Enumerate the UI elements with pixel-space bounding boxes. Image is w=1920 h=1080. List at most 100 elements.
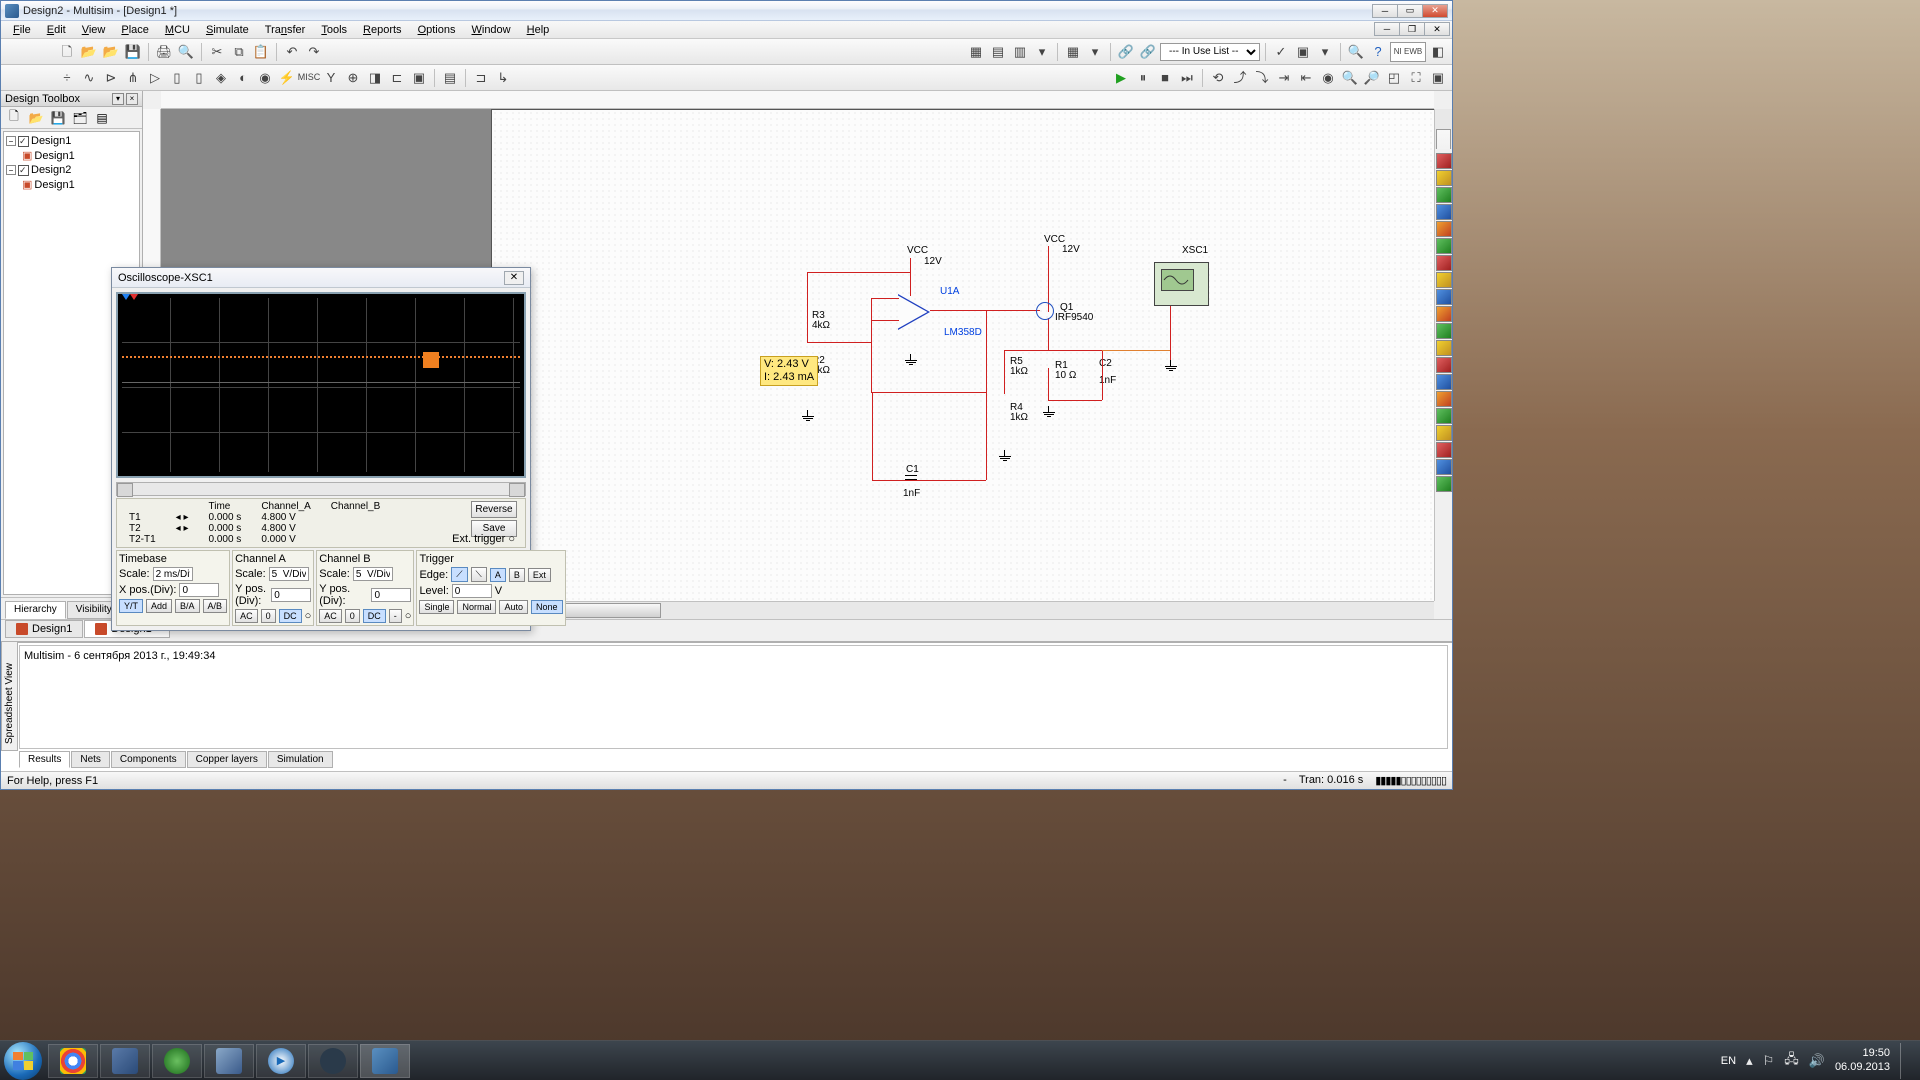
ctab-simulation[interactable]: Simulation: [268, 751, 333, 768]
pal-icon[interactable]: [1436, 255, 1452, 271]
view3-icon[interactable]: ▥: [1010, 42, 1030, 62]
menu-help[interactable]: Help: [519, 22, 558, 38]
mdi-close[interactable]: ✕: [1424, 22, 1450, 36]
menu-tools[interactable]: Tools: [313, 22, 355, 38]
cut-icon[interactable]: ✂: [207, 42, 227, 62]
find-icon[interactable]: 🔍: [1346, 42, 1366, 62]
task-vbox[interactable]: [100, 1044, 150, 1078]
trans-icon[interactable]: ⋔: [123, 68, 143, 88]
osc-trig-ext[interactable]: Ext: [528, 568, 551, 582]
nicon-icon[interactable]: ◨: [365, 68, 385, 88]
tree-design2-root[interactable]: − Design2: [6, 163, 137, 177]
osc-cha-ypos[interactable]: [271, 588, 311, 602]
zoomout-icon[interactable]: 🔎: [1362, 68, 1382, 88]
task-torrent[interactable]: [152, 1044, 202, 1078]
menu-view[interactable]: View: [74, 22, 114, 38]
pal-icon[interactable]: [1436, 374, 1452, 390]
pal-icon[interactable]: [1436, 153, 1452, 169]
pal-icon[interactable]: [1436, 391, 1452, 407]
pal-icon[interactable]: [1436, 425, 1452, 441]
osc-scroll[interactable]: [116, 482, 526, 496]
view2-icon[interactable]: ▤: [988, 42, 1008, 62]
task-multisim[interactable]: [360, 1044, 410, 1078]
view4-icon[interactable]: ▾: [1032, 42, 1052, 62]
grid-icon[interactable]: ▦: [1063, 42, 1083, 62]
power-icon[interactable]: ⚡: [277, 68, 297, 88]
back-icon[interactable]: ▾: [1315, 42, 1335, 62]
osc-ab-button[interactable]: A/B: [203, 599, 228, 613]
menu-options[interactable]: Options: [410, 22, 464, 38]
open-icon[interactable]: 📂: [79, 42, 99, 62]
menu-transfer[interactable]: Transfer: [257, 22, 314, 38]
pal-icon[interactable]: [1436, 459, 1452, 475]
menu-edit[interactable]: Edit: [39, 22, 74, 38]
rf-icon[interactable]: Y: [321, 68, 341, 88]
step-icon[interactable]: ⏭: [1177, 68, 1197, 88]
bus-icon[interactable]: ⊐: [471, 68, 491, 88]
osc-cha-0[interactable]: 0: [261, 609, 276, 623]
ind-icon[interactable]: ◉: [255, 68, 275, 88]
spreadsheet-tab[interactable]: Spreadsheet View: [1, 641, 18, 751]
osc-chb-ac[interactable]: AC: [319, 609, 342, 623]
menu-place[interactable]: Place: [113, 22, 157, 38]
minimize-button[interactable]: ─: [1372, 4, 1398, 18]
tree-design2-child[interactable]: ▣Design1: [22, 177, 137, 192]
misc-icon[interactable]: ◈: [211, 68, 231, 88]
link-icon[interactable]: 🔗: [1116, 42, 1136, 62]
osc-auto[interactable]: Auto: [499, 600, 528, 614]
new-icon[interactable]: 🗋: [57, 42, 77, 62]
osc-add-button[interactable]: Add: [146, 599, 172, 613]
osc-timebase-xpos[interactable]: [179, 583, 219, 597]
pal-icon[interactable]: [1436, 221, 1452, 237]
link2-icon[interactable]: 🔗: [1138, 42, 1158, 62]
pal-icon[interactable]: [1436, 476, 1452, 492]
console-output[interactable]: Multisim - 6 сентября 2013 г., 19:49:34: [19, 645, 1448, 749]
osc-normal[interactable]: Normal: [457, 600, 496, 614]
hier-icon[interactable]: ▤: [440, 68, 460, 88]
basic-icon[interactable]: ∿: [79, 68, 99, 88]
in-use-list[interactable]: --- In Use List ---: [1160, 43, 1260, 61]
analog-icon[interactable]: ▷: [145, 68, 165, 88]
mdi-minimize[interactable]: ─: [1374, 22, 1400, 36]
pal-icon[interactable]: [1436, 306, 1452, 322]
pcb-icon[interactable]: ▣: [1293, 42, 1313, 62]
pal-icon[interactable]: [1436, 289, 1452, 305]
cap-icon[interactable]: [905, 475, 917, 476]
system-tray[interactable]: EN ▴ ⚐ 🖧 🔊 19:50 06.09.2013: [1713, 1043, 1916, 1079]
tab-hierarchy[interactable]: Hierarchy: [5, 601, 66, 619]
osc-chb-scale[interactable]: [353, 567, 393, 581]
osc-chb-dc[interactable]: DC: [363, 609, 386, 623]
save-icon[interactable]: 💾: [123, 42, 143, 62]
zoomarea-icon[interactable]: ◰: [1384, 68, 1404, 88]
osc-chb-ypos[interactable]: [371, 588, 411, 602]
sheet1-icon[interactable]: ▾: [1085, 42, 1105, 62]
zoomin-icon[interactable]: 🔍: [1340, 68, 1360, 88]
schematic[interactable]: VCC 12V VCC 12V U1A LM358D R3 4kΩ R2 1kΩ…: [491, 109, 1434, 601]
openex-icon[interactable]: 📂: [101, 42, 121, 62]
doc-tab-1[interactable]: Design1: [5, 620, 83, 638]
task-steam[interactable]: [308, 1044, 358, 1078]
ctab-results[interactable]: Results: [19, 751, 70, 768]
help-icon[interactable]: ?: [1368, 42, 1388, 62]
ttl-icon[interactable]: ▯: [167, 68, 187, 88]
maximize-button[interactable]: ▭: [1397, 4, 1423, 18]
network-icon[interactable]: 🖧: [1784, 1050, 1799, 1072]
fullscreen-icon[interactable]: ▣: [1428, 68, 1448, 88]
pal-icon[interactable]: [1436, 272, 1452, 288]
mixed-icon[interactable]: ◐: [233, 68, 253, 88]
zoomfit-icon[interactable]: ⛶: [1406, 68, 1426, 88]
osc-edge-fall[interactable]: ⟍: [471, 567, 487, 582]
toolbox-pin-icon[interactable]: ▾: [112, 93, 124, 105]
pal-icon[interactable]: [1436, 408, 1452, 424]
task-wmp[interactable]: ▶: [256, 1044, 306, 1078]
show-desktop[interactable]: [1900, 1043, 1908, 1079]
ctab-nets[interactable]: Nets: [71, 751, 110, 768]
pal-icon[interactable]: [1436, 204, 1452, 220]
tb-del-icon[interactable]: ▤: [93, 109, 111, 127]
int5-icon[interactable]: ⇤: [1296, 68, 1316, 88]
pal-icon[interactable]: [1436, 442, 1452, 458]
tray-time[interactable]: 19:50: [1862, 1047, 1890, 1060]
erc-icon[interactable]: ✓: [1271, 42, 1291, 62]
copy-icon[interactable]: ⧉: [229, 42, 249, 62]
pal-icon[interactable]: [1436, 170, 1452, 186]
